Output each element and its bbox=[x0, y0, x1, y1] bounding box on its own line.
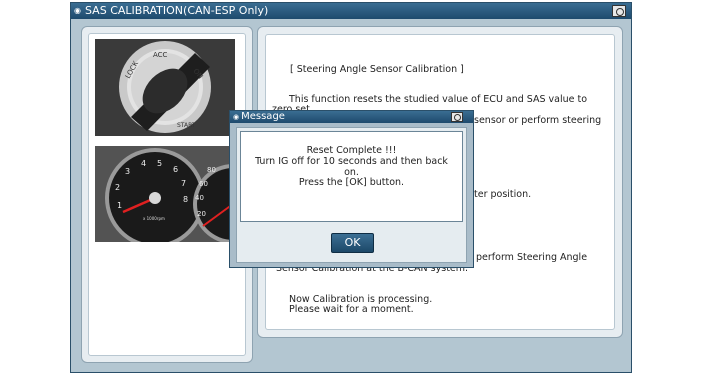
dialog-body: Reset Complete !!! Turn IG off for 10 se… bbox=[236, 127, 467, 263]
dialog-message-line-1: Reset Complete !!! bbox=[306, 145, 397, 156]
dialog-message-box: Reset Complete !!! Turn IG off for 10 se… bbox=[240, 131, 463, 222]
window-title: SAS CALIBRATION(CAN-ESP Only) bbox=[85, 4, 269, 17]
processing-line-2: Please wait for a moment. bbox=[289, 304, 414, 315]
speed-tick-40: 40 bbox=[195, 194, 204, 202]
gauge-cluster-image: 1 2 3 4 5 6 7 8 x 1000rpm 80 60 40 20 bbox=[95, 146, 235, 242]
ok-button[interactable]: OK bbox=[331, 233, 374, 253]
message-dialog: ◉ Message Reset Complete !!! Turn IG off … bbox=[229, 110, 474, 268]
instruction-line-5: perform Steering Angle bbox=[476, 252, 588, 263]
window-titlebar: ◉ SAS CALIBRATION(CAN-ESP Only) bbox=[71, 3, 631, 19]
sas-heading: [ Steering Angle Sensor Calibration ] bbox=[290, 64, 464, 75]
rpm-tick-2: 2 bbox=[115, 183, 120, 192]
rpm-tick-6: 6 bbox=[173, 165, 178, 174]
rpm-tick-5: 5 bbox=[157, 159, 162, 168]
speed-tick-60: 60 bbox=[199, 180, 208, 188]
dialog-title-icon: ◉ bbox=[233, 113, 240, 121]
dialog-titlebar: ◉ Message bbox=[230, 111, 473, 123]
rpm-tick-8: 8 bbox=[183, 195, 188, 204]
rpm-tick-3: 3 bbox=[125, 167, 130, 176]
instruction-line-3: sensor or perform steering bbox=[474, 115, 602, 126]
ignition-label-start: START bbox=[177, 122, 196, 129]
rpm-tick-7: 7 bbox=[181, 179, 186, 188]
instruction-line-1: This function resets the studied value o… bbox=[289, 94, 588, 105]
dialog-close-button[interactable] bbox=[451, 112, 463, 122]
titlebar-icon: ◉ bbox=[74, 6, 81, 15]
ignition-switch-image: LOCK ACC ON START bbox=[95, 39, 235, 136]
dialog-message-line-2: Turn IG off for 10 seconds and then back bbox=[255, 156, 448, 167]
rpm-tick-4: 4 bbox=[141, 159, 146, 168]
speed-tick-80: 80 bbox=[207, 166, 216, 174]
dialog-title: Message bbox=[241, 111, 285, 122]
rpm-tick-1: 1 bbox=[117, 201, 122, 210]
rpm-units: x 1000rpm bbox=[143, 216, 165, 221]
instruction-line-4: ter position. bbox=[474, 189, 532, 200]
ignition-label-acc: ACC bbox=[153, 51, 168, 59]
speed-tick-20: 20 bbox=[197, 210, 206, 218]
dialog-message-line-4: Press the [OK] button. bbox=[298, 177, 405, 188]
window-close-button[interactable] bbox=[612, 5, 626, 17]
